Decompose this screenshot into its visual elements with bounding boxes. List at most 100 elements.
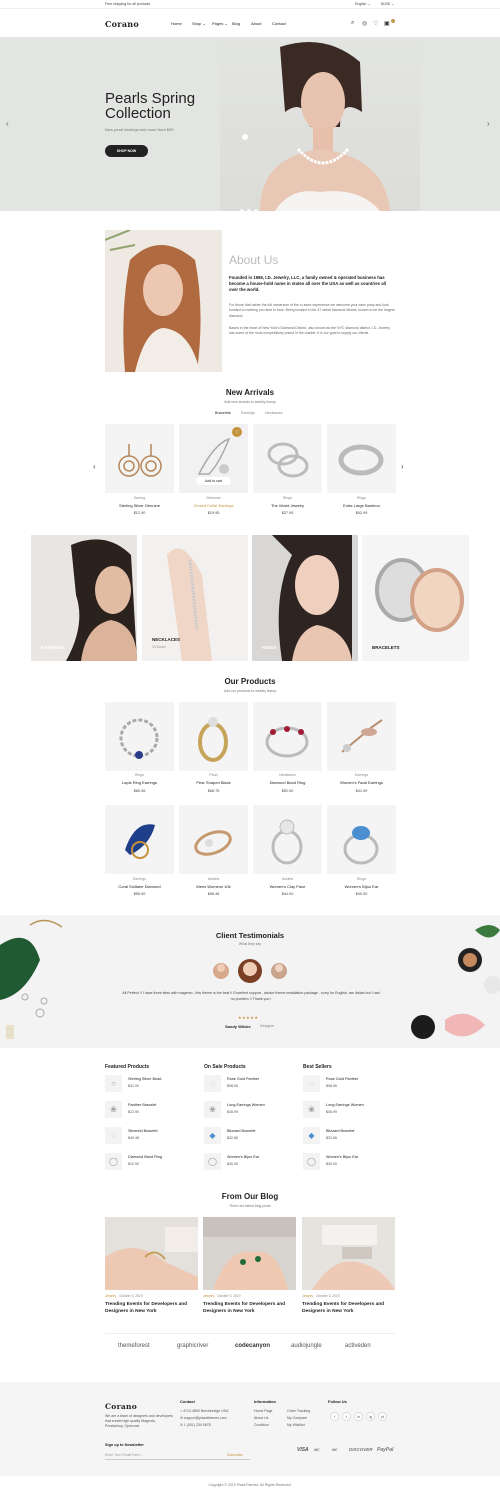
list-item-name[interactable]: Women's Bijou Ear <box>227 1155 259 1159</box>
product-name[interactable]: Women's Fada Earrings <box>327 780 396 785</box>
blog-post-title[interactable]: Trending Events for Developers and Desig… <box>302 1302 395 1315</box>
list-thumb[interactable]: ◌ <box>105 1127 122 1144</box>
nav-shop[interactable]: Shop ⌄ <box>192 21 206 26</box>
arrival-image-1[interactable] <box>105 424 174 493</box>
heart-icon[interactable]: ♡ <box>235 430 239 436</box>
nav-blog[interactable]: Blog <box>232 21 240 26</box>
list-item-name[interactable]: Long Earrings Women <box>326 1103 364 1107</box>
brand-logo[interactable]: audiojungle <box>291 1343 322 1349</box>
product-image-2[interactable] <box>179 702 248 771</box>
category-bracelets[interactable]: BRACELETS <box>362 535 469 661</box>
product-name[interactable]: Mens Womens 10k <box>179 884 248 889</box>
language-select[interactable]: English ⌄ <box>355 2 370 6</box>
shop-now-button[interactable]: SHOP NOW <box>105 145 148 157</box>
category-earrings[interactable]: EARRINGS <box>31 535 137 661</box>
list-item-name[interactable]: Blizzard Bracelet <box>326 1129 355 1133</box>
list-item-name[interactable]: Sterling Silver Bead <box>128 1077 161 1081</box>
facebook-icon[interactable]: f <box>330 1412 339 1421</box>
tab-earrings[interactable]: Earrings <box>241 411 255 415</box>
slider-prev-icon[interactable]: ‹ <box>6 119 9 128</box>
product-image-3[interactable] <box>253 702 322 771</box>
add-to-cart-button[interactable]: Add to cart <box>196 477 231 485</box>
footer-link[interactable]: About Us <box>254 1415 268 1422</box>
list-item-name[interactable]: Panther Bracelet <box>128 1103 156 1107</box>
linkedin-icon[interactable]: in <box>354 1412 363 1421</box>
list-thumb[interactable]: ◌ <box>303 1075 320 1092</box>
slider-dots[interactable] <box>240 200 261 211</box>
cart-icon[interactable]: ▣ <box>384 20 390 27</box>
category-rings[interactable]: RINGS <box>252 535 358 661</box>
product-name[interactable]: Diamond Band Ring <box>253 780 322 785</box>
arrival-image-3[interactable] <box>253 424 322 493</box>
blog-image-1[interactable] <box>105 1217 198 1290</box>
brand-logo[interactable]: codecanyon <box>235 1343 270 1349</box>
tab-bracelets[interactable]: Bracelets <box>215 411 231 415</box>
contact-email[interactable]: ✉ support@plazathemes.com <box>180 1415 227 1422</box>
product-image-1[interactable] <box>105 702 174 771</box>
blog-post-title[interactable]: Trending Events for Developers and Desig… <box>105 1302 198 1315</box>
currency-select[interactable]: $USD ⌄ <box>381 2 394 6</box>
product-image-6[interactable] <box>179 805 248 874</box>
product-name[interactable]: Pear Shaped Black <box>179 780 248 785</box>
product-image-5[interactable] <box>105 805 174 874</box>
arrival-name[interactable]: Closed Collar Earrings <box>179 503 248 508</box>
product-image-8[interactable] <box>327 805 396 874</box>
list-thumb[interactable]: ◌ <box>204 1075 221 1092</box>
arrival-image-4[interactable] <box>327 424 396 493</box>
heart-icon[interactable]: ♡ <box>373 20 378 27</box>
instagram-icon[interactable]: ig <box>366 1412 375 1421</box>
search-icon[interactable]: ⌕ <box>351 20 354 27</box>
footer-link[interactable]: Condition <box>254 1422 269 1429</box>
blog-post-title[interactable]: Trending Events for Developers and Desig… <box>203 1302 296 1315</box>
nav-contact[interactable]: Contact <box>272 21 286 26</box>
nav-pages[interactable]: Pages ⌄ <box>212 21 228 26</box>
nav-home[interactable]: Home <box>171 21 182 26</box>
twitter-icon[interactable]: t <box>342 1412 351 1421</box>
brand-logo[interactable]: graphicriver <box>177 1343 208 1349</box>
list-item-name[interactable]: Rose Gold Panther <box>227 1077 259 1081</box>
list-thumb[interactable]: ❀ <box>204 1101 221 1118</box>
newsletter-email-input[interactable]: Enter Your Email Here... <box>105 1452 143 1459</box>
arrival-name[interactable]: The World Jewelry <box>253 503 322 508</box>
user-icon[interactable]: ◎ <box>362 20 367 27</box>
product-image-4[interactable] <box>327 702 396 771</box>
list-item-name[interactable]: Blizzard Bracelet <box>227 1129 256 1133</box>
tab-necklaces[interactable]: Necklaces <box>265 411 283 415</box>
product-name[interactable]: Lapis Ring Earrings <box>105 780 174 785</box>
list-item-name[interactable]: Rose Gold Panther <box>326 1077 358 1081</box>
youtube-icon[interactable]: yt <box>378 1412 387 1421</box>
footer-link[interactable]: Order Tracking <box>287 1408 310 1415</box>
product-name[interactable]: Women's Bijou Ear <box>327 884 396 889</box>
arrival-name[interactable]: Sterling Silver Genuine <box>105 503 174 508</box>
arrival-image-2[interactable]: Add to cart ♡ <box>179 424 248 493</box>
blog-image-2[interactable] <box>203 1217 296 1290</box>
arrivals-prev-icon[interactable]: ‹ <box>93 462 96 471</box>
list-thumb[interactable]: ❀ <box>303 1101 320 1118</box>
arrival-name[interactable]: Extra Large Bamboo <box>327 503 396 508</box>
subscribe-button[interactable]: Subscribe <box>227 1452 243 1459</box>
list-item-name[interactable]: Silvereid Bracelet <box>128 1129 158 1133</box>
list-thumb[interactable]: ◯ <box>204 1153 221 1170</box>
footer-link[interactable]: My Compare <box>287 1415 307 1422</box>
testimonial-avatars[interactable] <box>211 955 291 985</box>
list-thumb[interactable]: ◆ <box>204 1127 221 1144</box>
site-logo[interactable]: Corano <box>105 19 139 29</box>
footer-link[interactable]: Home Page <box>254 1408 272 1415</box>
list-thumb[interactable]: ◯ <box>105 1153 122 1170</box>
category-necklaces[interactable]: NECKLACES 33 Model <box>142 535 248 661</box>
list-item-name[interactable]: Diamond Band Ring <box>128 1155 162 1159</box>
product-name[interactable]: Women's Clay Pave <box>253 884 322 889</box>
product-name[interactable]: Coral Solitaire Diamond <box>105 884 174 889</box>
slider-next-icon[interactable]: › <box>487 119 490 128</box>
list-item-name[interactable]: Women's Bijou Ear <box>326 1155 358 1159</box>
nav-about[interactable]: About <box>251 21 261 26</box>
arrivals-next-icon[interactable]: › <box>401 462 404 471</box>
blog-image-3[interactable] <box>302 1217 395 1290</box>
list-thumb[interactable]: ❀ <box>105 1101 122 1118</box>
list-thumb[interactable]: ◯ <box>303 1153 320 1170</box>
product-image-7[interactable] <box>253 805 322 874</box>
brand-logo[interactable]: activeden <box>345 1343 371 1349</box>
list-item-name[interactable]: Long Earrings Women <box>227 1103 265 1107</box>
footer-logo[interactable]: Corano <box>105 1402 137 1411</box>
list-thumb[interactable]: ○ <box>105 1075 122 1092</box>
